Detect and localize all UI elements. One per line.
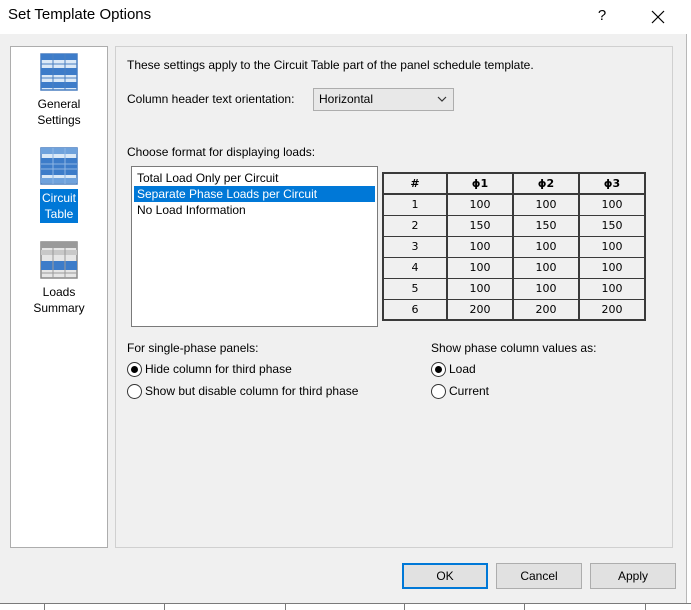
table-row: 5 100 100 100 — [382, 278, 646, 300]
ok-button[interactable]: OK — [402, 563, 488, 589]
preview-cell: 100 — [578, 257, 646, 279]
single-phase-label: For single-phase panels: — [127, 341, 259, 355]
radio-label: Hide column for third phase — [145, 362, 292, 376]
list-item-total-load[interactable]: Total Load Only per Circuit — [134, 170, 375, 186]
table-row: 3 100 100 100 — [382, 236, 646, 258]
loads-summary-icon — [40, 241, 78, 279]
divider — [645, 604, 646, 610]
close-icon — [651, 10, 665, 24]
preview-header-phase-2: ϕ2 — [512, 172, 580, 195]
format-label: Choose format for displaying loads: — [127, 145, 316, 159]
radio-button-checked — [127, 361, 142, 377]
preview-cell: 100 — [446, 236, 514, 258]
apply-button[interactable]: Apply — [590, 563, 676, 589]
radio-label: Show but disable column for third phase — [145, 384, 359, 398]
nav-label-general-settings: General Settings — [37, 97, 81, 127]
list-item-no-load[interactable]: No Load Information — [134, 202, 375, 218]
table-row: 4 100 100 100 — [382, 257, 646, 279]
dialog-title: Set Template Options — [8, 6, 152, 23]
table-row: 6 200 200 200 — [382, 299, 646, 321]
preview-cell: 1 — [382, 194, 448, 216]
preview-cell: 100 — [446, 194, 514, 216]
preview-cell: 5 — [382, 278, 448, 300]
preview-table: # ϕ1 ϕ2 ϕ3 1 100 100 100 2 150 150 150 3… — [382, 172, 646, 321]
background-strip — [0, 603, 691, 610]
radio-current[interactable]: Current — [431, 382, 489, 400]
nav-label-circuit-table: Circuit Table — [39, 189, 78, 223]
preview-cell: 100 — [446, 278, 514, 300]
load-format-listbox[interactable]: Total Load Only per Circuit Separate Pha… — [131, 166, 378, 327]
nav-label-loads-summary: Loads Summary — [33, 285, 85, 315]
set-template-options-dialog: Set Template Options ? General Settings — [0, 0, 687, 610]
category-pane: General Settings Circuit Table Loads Sum… — [10, 46, 108, 548]
preview-cell: 100 — [578, 278, 646, 300]
preview-cell: 150 — [578, 215, 646, 237]
radio-button-checked — [431, 361, 446, 377]
preview-cell: 6 — [382, 299, 448, 321]
preview-header-phase-1: ϕ1 — [446, 172, 514, 195]
preview-cell: 150 — [512, 215, 580, 237]
preview-cell: 3 — [382, 236, 448, 258]
list-item-separate-phase[interactable]: Separate Phase Loads per Circuit — [134, 186, 375, 202]
orientation-dropdown[interactable]: Horizontal — [313, 88, 454, 111]
preview-cell: 2 — [382, 215, 448, 237]
radio-show-disable-third-phase[interactable]: Show but disable column for third phase — [127, 382, 358, 400]
preview-cell: 100 — [578, 236, 646, 258]
radio-button-unchecked — [127, 383, 142, 399]
preview-header-phase-3: ϕ3 — [578, 172, 646, 195]
circuit-table-icon — [40, 147, 78, 185]
radio-hide-third-phase[interactable]: Hide column for third phase — [127, 360, 292, 378]
preview-cell: 200 — [512, 299, 580, 321]
table-row: 2 150 150 150 — [382, 215, 646, 237]
cancel-button[interactable]: Cancel — [496, 563, 582, 589]
preview-cell: 100 — [446, 257, 514, 279]
radio-label: Current — [449, 384, 490, 398]
info-text: These settings apply to the Circuit Tabl… — [127, 58, 534, 72]
orientation-value: Horizontal — [319, 92, 374, 106]
table-row: 1 100 100 100 — [382, 194, 646, 216]
preview-cell: 100 — [512, 194, 580, 216]
preview-cell: 200 — [446, 299, 514, 321]
radio-button-unchecked — [431, 383, 446, 399]
divider — [404, 604, 405, 610]
preview-cell: 200 — [578, 299, 646, 321]
divider — [44, 604, 45, 610]
grid-table-icon — [40, 53, 78, 91]
nav-item-general-settings[interactable]: General Settings — [11, 53, 107, 129]
divider — [285, 604, 286, 610]
chevron-down-icon — [437, 96, 447, 102]
divider — [524, 604, 525, 610]
preview-header-row: # ϕ1 ϕ2 ϕ3 — [382, 172, 646, 195]
radio-load[interactable]: Load — [431, 360, 476, 378]
orientation-label: Column header text orientation: — [127, 92, 295, 106]
close-button[interactable] — [640, 2, 676, 30]
preview-header-number: # — [382, 172, 448, 195]
radio-label: Load — [449, 362, 476, 376]
preview-cell: 4 — [382, 257, 448, 279]
preview-cell: 100 — [512, 236, 580, 258]
background-edge — [687, 0, 691, 603]
preview-cell: 100 — [578, 194, 646, 216]
circuit-table-preview: # ϕ1 ϕ2 ϕ3 1 100 100 100 2 150 150 150 3… — [382, 172, 646, 324]
help-button[interactable]: ? — [588, 2, 616, 30]
title-bar: Set Template Options ? — [0, 0, 687, 34]
preview-cell: 100 — [512, 257, 580, 279]
divider — [164, 604, 165, 610]
nav-item-circuit-table[interactable]: Circuit Table — [11, 147, 107, 223]
preview-cell: 100 — [512, 278, 580, 300]
preview-cell: 150 — [446, 215, 514, 237]
nav-item-loads-summary[interactable]: Loads Summary — [11, 241, 107, 317]
phase-values-label: Show phase column values as: — [431, 341, 597, 355]
